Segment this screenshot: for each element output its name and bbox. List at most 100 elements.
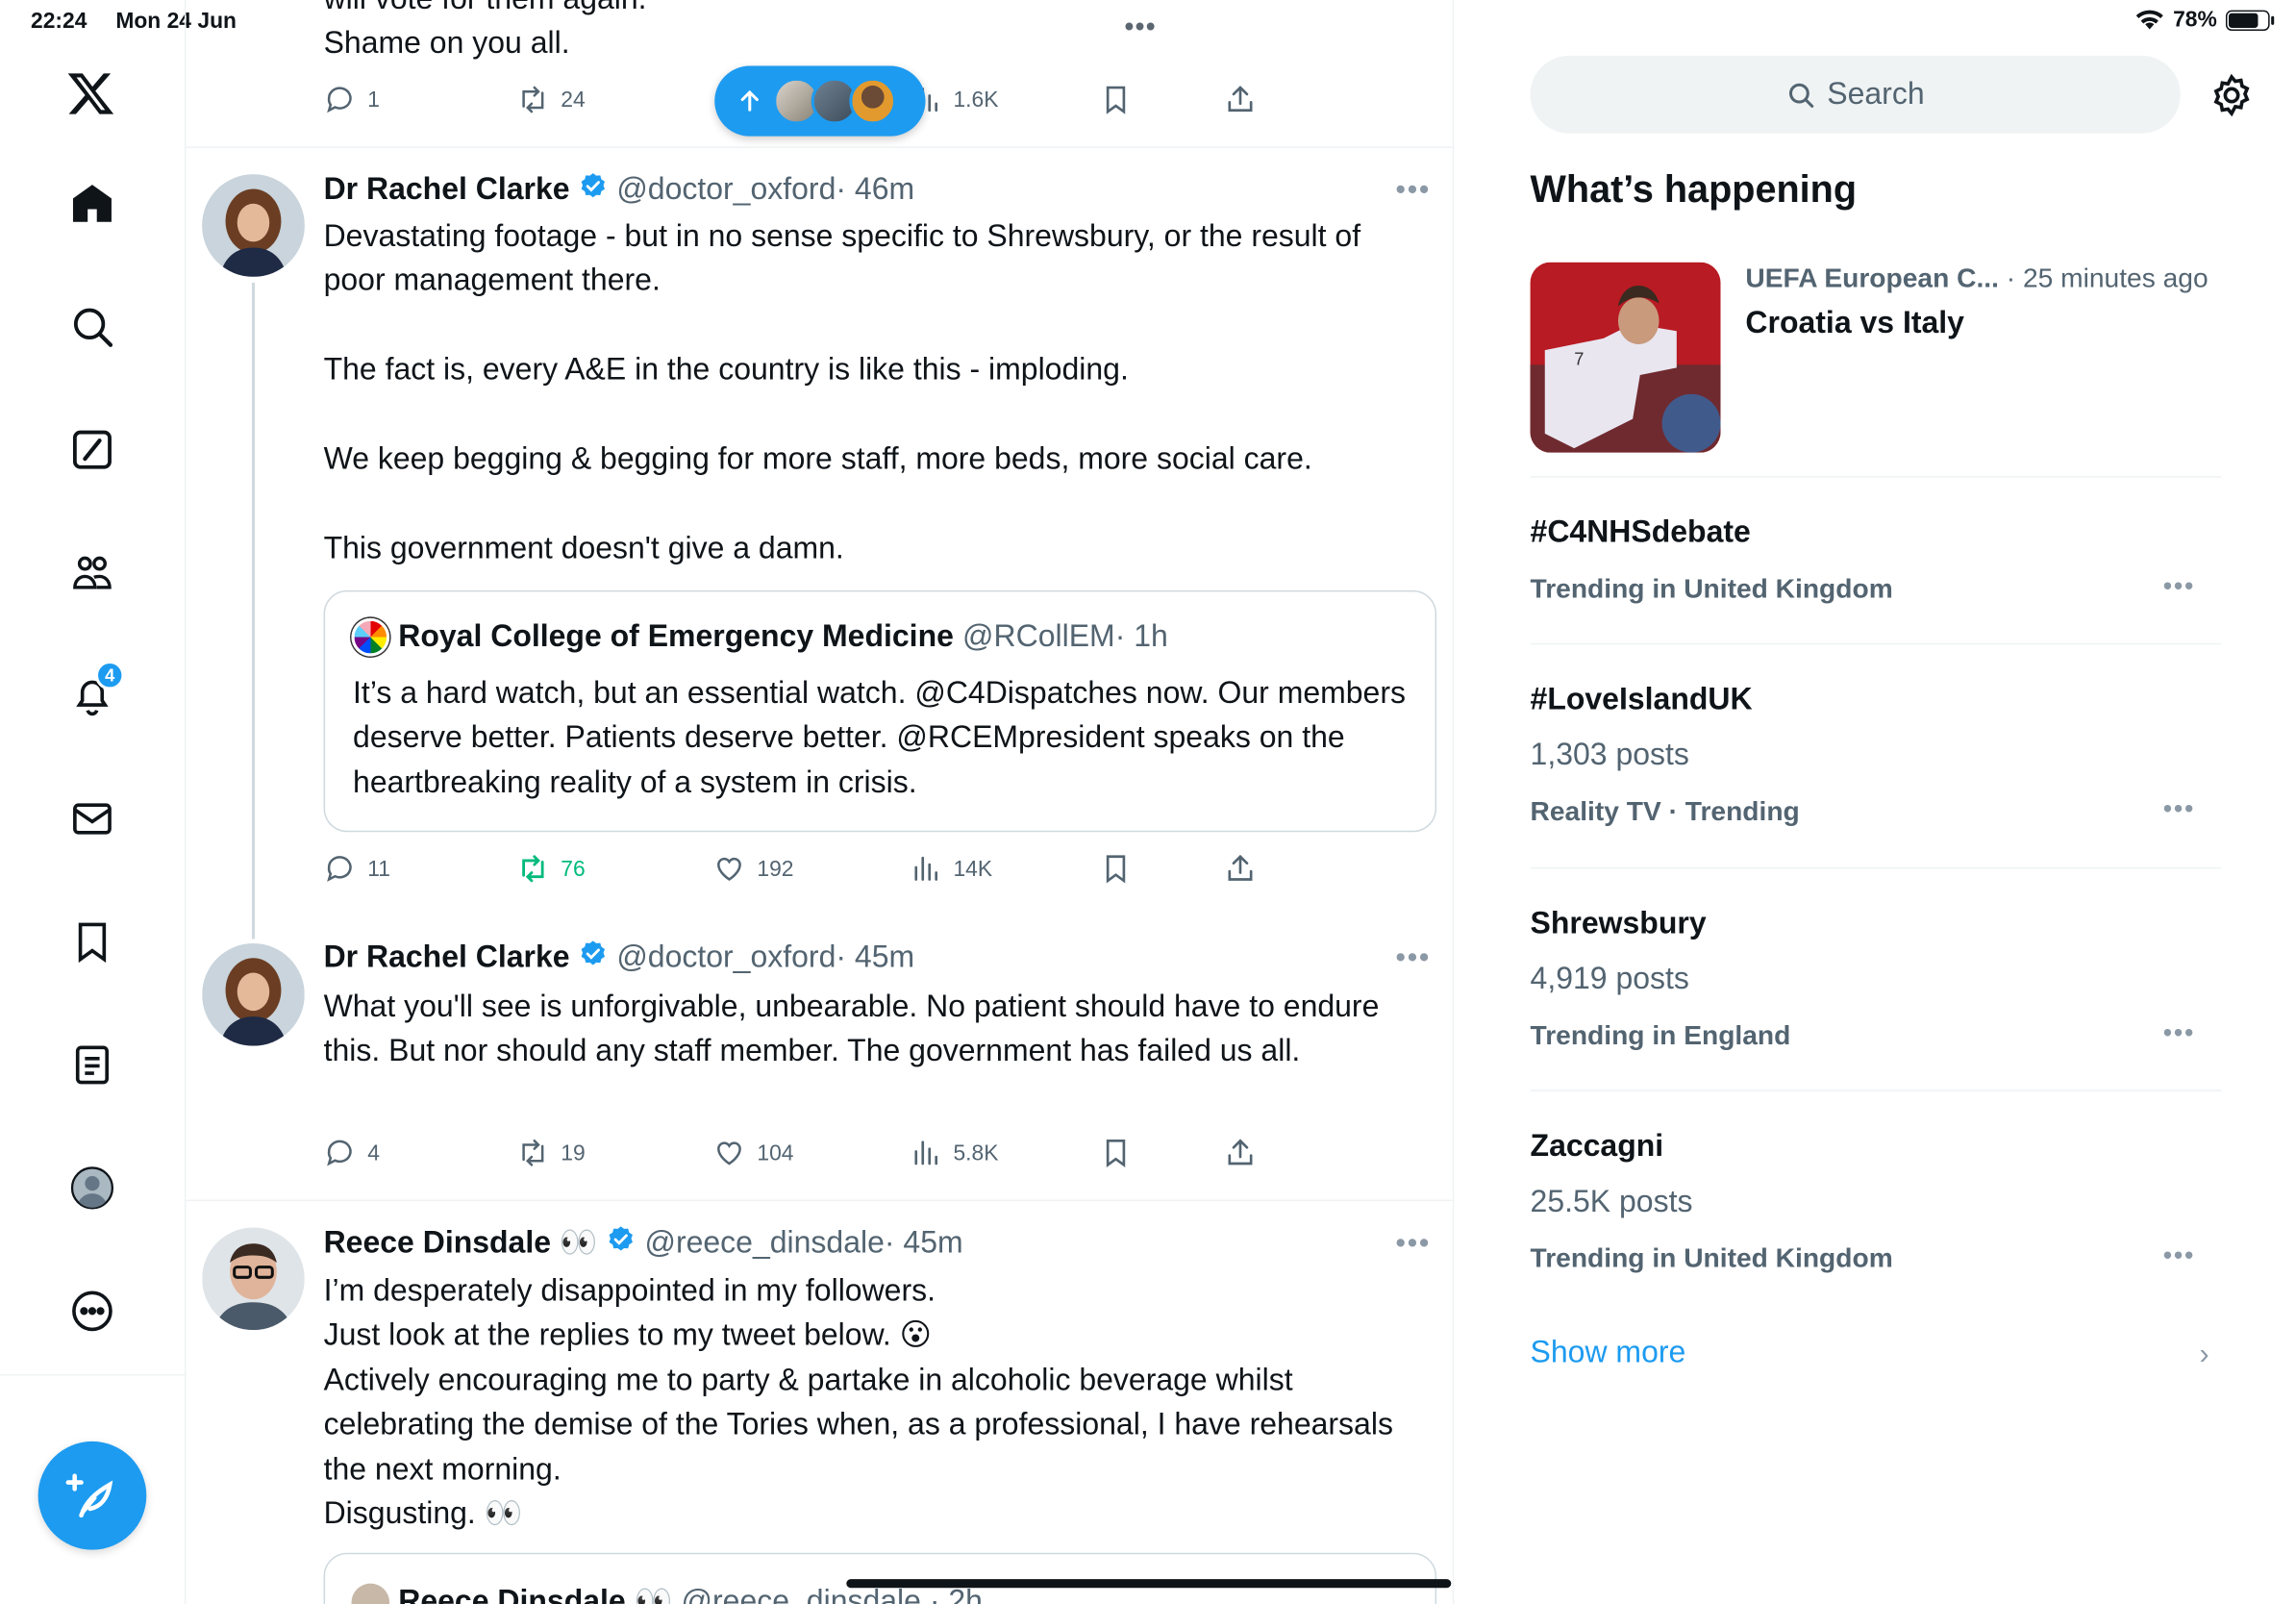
messages-icon[interactable] xyxy=(66,792,119,845)
share-icon xyxy=(1228,1139,1253,1165)
tweet-header: Dr Rachel Clarke @doctor_oxford · 46m xyxy=(324,171,915,210)
reply-icon xyxy=(327,1140,352,1166)
reply-button[interactable]: 1 xyxy=(324,81,380,119)
author-handle[interactable]: @doctor_oxford xyxy=(616,940,836,976)
reply-icon xyxy=(327,856,352,882)
tweet[interactable]: Dr Rachel Clarke @doctor_oxford · 46m ••… xyxy=(186,148,1452,940)
quoted-tweet[interactable]: Royal College of Emergency Medicine @RCo… xyxy=(323,589,1437,833)
quote-avatar xyxy=(351,1583,390,1604)
repost-button[interactable]: 24 xyxy=(517,81,586,119)
trend-post-count: 1,303 posts xyxy=(1530,738,1689,772)
author-name[interactable]: Dr Rachel Clarke xyxy=(324,940,570,976)
heart-icon xyxy=(717,857,741,881)
tweet-body: will vote for them again. Shame on you a… xyxy=(323,0,647,62)
quote-author-name[interactable]: Reece Dinsdale 👀 xyxy=(398,1585,672,1604)
timeline-feed: will vote for them again. Shame on you a… xyxy=(186,0,1455,1604)
author-name[interactable]: Dr Rachel Clarke xyxy=(324,173,570,209)
reply-button[interactable]: 4 xyxy=(324,1134,380,1172)
repost-icon xyxy=(522,86,544,113)
tweet-time[interactable]: · 45m xyxy=(836,940,914,976)
show-more-link[interactable]: Show more xyxy=(1531,1336,1686,1371)
tweet-more-button[interactable]: ••• xyxy=(1395,941,1431,975)
views-count: 1.6K xyxy=(953,87,999,113)
trend-name: Zaccagni xyxy=(1530,1129,1664,1164)
repost-button[interactable]: 76 xyxy=(517,850,586,889)
views-count: 5.8K xyxy=(953,1140,999,1165)
share-icon xyxy=(1228,854,1253,881)
bookmark-icon xyxy=(1106,1139,1126,1168)
trend-context: Trending in England xyxy=(1530,1019,1791,1051)
trend-item[interactable]: Shrewsbury 4,919 posts Trending in Engla… xyxy=(1531,868,2222,1091)
profile-avatar-icon[interactable] xyxy=(66,1162,119,1215)
trend-more-button[interactable]: ••• xyxy=(2163,1018,2195,1049)
author-avatar[interactable] xyxy=(202,1227,305,1331)
quote-author-name[interactable]: Royal College of Emergency Medicine xyxy=(398,619,954,655)
home-icon[interactable] xyxy=(66,177,119,230)
bookmark-button[interactable] xyxy=(1100,850,1133,889)
author-avatar[interactable] xyxy=(202,943,305,1046)
author-avatar[interactable] xyxy=(202,174,305,277)
reply-icon xyxy=(327,87,352,113)
trend-more-button[interactable]: ••• xyxy=(2163,1241,2195,1271)
bookmark-button[interactable] xyxy=(1100,81,1133,119)
search-placeholder: Search xyxy=(1827,76,1925,112)
arrow-up-icon xyxy=(740,89,759,112)
thread-line xyxy=(251,282,256,940)
repost-button[interactable]: 19 xyxy=(517,1134,586,1172)
share-button[interactable] xyxy=(1224,1134,1257,1172)
svg-text:7: 7 xyxy=(1574,348,1584,368)
heart-icon xyxy=(717,1141,741,1165)
home-indicator[interactable] xyxy=(846,1579,1452,1589)
like-button[interactable]: 104 xyxy=(713,1134,794,1172)
author-name[interactable]: Reece Dinsdale 👀 xyxy=(324,1226,598,1262)
quote-time[interactable]: · 1h xyxy=(1115,619,1168,655)
tweet-more-button[interactable]: ••• xyxy=(1395,1228,1431,1262)
x-logo-icon[interactable] xyxy=(64,67,117,120)
views-button[interactable]: 14K xyxy=(910,850,992,889)
communities-icon[interactable] xyxy=(66,546,119,599)
trend-context: Trending in United Kingdom xyxy=(1530,572,1893,604)
feather-plus-icon xyxy=(65,1473,113,1518)
like-button[interactable]: 192 xyxy=(713,850,794,889)
views-button[interactable]: 5.8K xyxy=(910,1134,999,1172)
trend-more-button[interactable]: ••• xyxy=(2163,794,2195,825)
author-handle[interactable]: @doctor_oxford xyxy=(616,173,836,209)
tweet[interactable]: Reece Dinsdale 👀 @reece_dinsdale · 45m •… xyxy=(186,1201,1452,1604)
notifications-bell-icon[interactable]: 4 xyxy=(66,661,125,722)
left-navigation: 4 xyxy=(0,0,187,1604)
tweet-time[interactable]: · 45m xyxy=(885,1226,963,1262)
grok-icon[interactable] xyxy=(66,423,119,476)
explore-search-icon[interactable] xyxy=(66,300,119,353)
tweet-body: I’m desperately disappointed in my follo… xyxy=(323,1274,1393,1531)
bookmarks-icon[interactable] xyxy=(66,915,119,968)
trend-more-button[interactable]: ••• xyxy=(2163,571,2195,602)
lists-icon[interactable] xyxy=(66,1039,119,1091)
bookmark-button[interactable] xyxy=(1100,1134,1133,1172)
tweet-more-button[interactable]: ••• xyxy=(1395,174,1431,208)
tweet[interactable]: Dr Rachel Clarke @doctor_oxford · 45m ••… xyxy=(186,915,1452,1200)
search-input[interactable]: Search xyxy=(1530,55,2181,134)
author-handle[interactable]: @reece_dinsdale xyxy=(644,1226,884,1262)
news-item[interactable]: 7 UEFA European C... · 25 minutes ago Cr… xyxy=(1530,262,2219,453)
trend-name: #LoveIslandUK xyxy=(1530,682,1753,716)
news-time: · 25 minutes ago xyxy=(1998,262,2209,293)
tweet-body: Devastating footage - but in no sense sp… xyxy=(323,219,1361,565)
verified-badge-icon xyxy=(579,171,608,210)
share-button[interactable] xyxy=(1224,850,1257,889)
tweet-body: What you'll see is unforgivable, unbeara… xyxy=(323,990,1388,1069)
more-options-icon[interactable] xyxy=(66,1285,119,1338)
trend-post-count: 25.5K posts xyxy=(1530,1185,1693,1219)
compose-post-button[interactable] xyxy=(37,1441,147,1550)
section-title: What’s happening xyxy=(1530,166,1858,212)
repost-icon xyxy=(522,855,544,883)
tweet-time[interactable]: · 46m xyxy=(836,173,914,209)
settings-gear-icon[interactable] xyxy=(2209,73,2254,117)
trend-item[interactable]: Zaccagni 25.5K posts Trending in United … xyxy=(1531,1091,2222,1315)
trend-item[interactable]: #LoveIslandUK 1,303 posts Reality TV · T… xyxy=(1531,644,2222,867)
trend-item[interactable]: #C4NHSdebate Trending in United Kingdom … xyxy=(1531,478,2222,645)
new-posts-pill[interactable] xyxy=(714,65,926,137)
repost-icon xyxy=(522,1140,544,1166)
share-button[interactable] xyxy=(1224,81,1257,119)
reply-button[interactable]: 11 xyxy=(324,850,390,889)
quote-author-handle[interactable]: @RCollEM xyxy=(962,619,1115,655)
